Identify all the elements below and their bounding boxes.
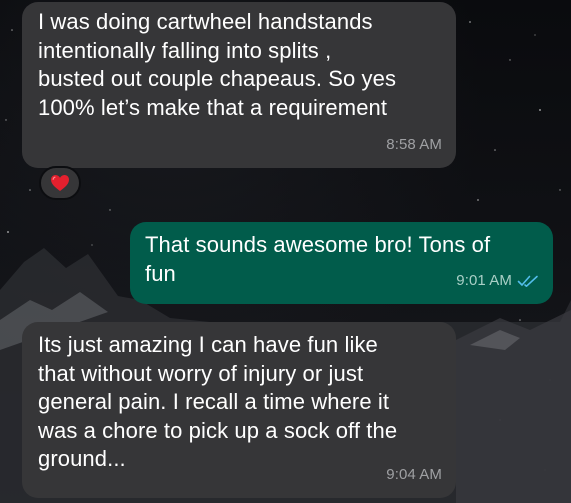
message-timestamp: 8:58 AM (386, 135, 442, 153)
message-meta: 8:58 AM (386, 131, 442, 160)
message-timestamp: 9:01 AM (456, 271, 512, 289)
message-text: Its just amazing I can have fun like tha… (38, 332, 398, 471)
message-meta: 9:04 AM (386, 461, 442, 490)
red-heart-icon (51, 175, 69, 191)
outgoing-message-bubble[interactable]: That sounds awesome bro! Tons of fun 9:0… (130, 222, 553, 304)
incoming-message-bubble[interactable]: Its just amazing I can have fun like tha… (22, 322, 456, 498)
double-check-icon (517, 275, 538, 287)
message-timestamp: 9:04 AM (386, 465, 442, 483)
incoming-message-bubble[interactable]: I was doing cartwheel handstands intenti… (22, 2, 456, 168)
message-text: I was doing cartwheel handstands intenti… (38, 9, 397, 120)
heart-reaction-badge[interactable] (39, 166, 81, 200)
message-meta: 9:01 AM (456, 267, 539, 296)
